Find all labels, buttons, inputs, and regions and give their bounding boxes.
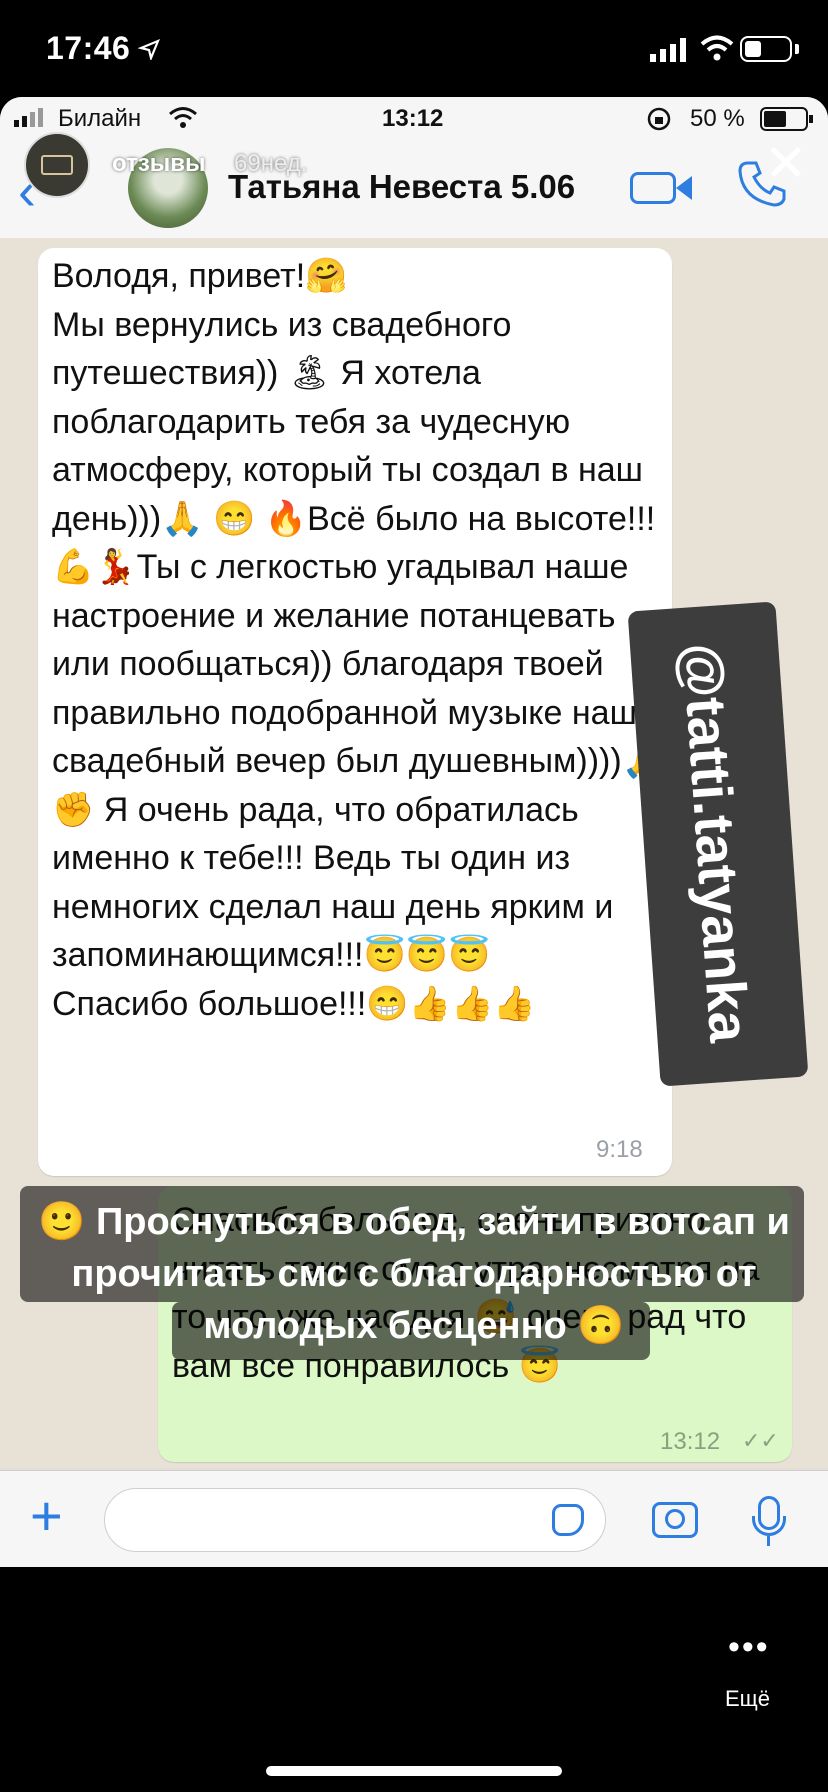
cellular-signal-icon: [14, 108, 43, 127]
incoming-message-time: 9:18: [596, 1136, 643, 1163]
story-username[interactable]: отзывы: [112, 150, 206, 178]
wifi-icon: [169, 107, 197, 128]
video-call-icon-lens: [676, 176, 692, 200]
whatsapp-status-bar: Билайн 13:12 50 %: [0, 97, 828, 139]
read-receipt-icon: ✓✓: [742, 1428, 779, 1453]
message-input[interactable]: [104, 1488, 606, 1552]
microphone-base: [767, 1536, 770, 1546]
video-call-icon[interactable]: [630, 172, 676, 204]
story-age: 69нед.: [234, 150, 308, 177]
wifi-icon: [700, 35, 734, 61]
story-caption: 🙂 Проснуться в обед, зайти в вотсап и пр…: [38, 1201, 790, 1347]
outer-status-bar: 17:46: [0, 0, 828, 100]
rotation-lock-icon: [647, 107, 671, 131]
camera-lens: [665, 1509, 685, 1529]
battery-percent: 50 %: [690, 105, 745, 132]
home-indicator: [266, 1766, 562, 1776]
battery-tip: [795, 44, 799, 54]
incoming-message-text: Володя, привет!🤗 Мы вернулись из свадебн…: [52, 257, 665, 1023]
attach-plus-icon[interactable]: +: [30, 1488, 63, 1544]
battery-icon: [760, 107, 813, 131]
battery-icon: [740, 36, 792, 62]
more-label[interactable]: Ещё: [725, 1686, 770, 1712]
close-icon[interactable]: ✕: [764, 138, 808, 190]
more-icon[interactable]: •••: [728, 1628, 770, 1667]
sticker-icon[interactable]: [552, 1504, 584, 1536]
cellular-signal-icon: [650, 38, 686, 62]
outer-clock: 17:46: [46, 30, 131, 66]
whatsapp-clock: 13:12: [382, 105, 444, 132]
heart-frame-icon: [41, 155, 73, 175]
carrier-name: Билайн: [58, 105, 142, 132]
outgoing-message-time: 13:12: [660, 1428, 721, 1455]
location-arrow-icon: [138, 38, 160, 60]
